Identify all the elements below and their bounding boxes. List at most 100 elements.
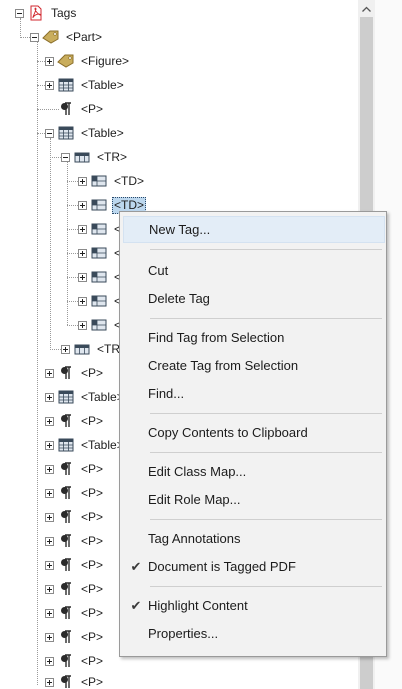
paragraph-icon bbox=[57, 674, 75, 689]
menu-item-copy-contents[interactable]: Copy Contents to Clipboard bbox=[123, 419, 385, 446]
expand-toggle[interactable] bbox=[78, 176, 87, 186]
tree-node-tags-root[interactable]: Tags bbox=[15, 3, 78, 23]
tree-node-paragraph[interactable]: <P> bbox=[45, 603, 105, 623]
expand-toggle[interactable] bbox=[45, 536, 54, 546]
expand-toggle[interactable] bbox=[78, 248, 87, 258]
pdf-tag-icon bbox=[27, 5, 45, 21]
paragraph-icon bbox=[57, 461, 75, 477]
expand-toggle[interactable] bbox=[45, 512, 54, 522]
tree-node-label: <P> bbox=[81, 485, 104, 500]
menu-item-edit-role-map[interactable]: Edit Role Map... bbox=[123, 486, 385, 513]
menu-item-new-tag[interactable]: New Tag... bbox=[123, 216, 385, 243]
collapse-toggle[interactable] bbox=[15, 8, 24, 18]
expand-toggle[interactable] bbox=[45, 677, 54, 687]
tree-node-label: <P> bbox=[81, 674, 104, 689]
scroll-up-arrow-icon[interactable] bbox=[358, 0, 375, 17]
tree-node-table-cell[interactable]: < bbox=[78, 267, 123, 287]
table-icon bbox=[57, 389, 75, 405]
tree-node-table-row[interactable]: <TR bbox=[61, 339, 122, 359]
tree-node-paragraph[interactable]: <P> bbox=[45, 507, 105, 527]
tree-node-label: <Figure> bbox=[81, 53, 130, 68]
table-cell-icon bbox=[90, 221, 108, 237]
expand-toggle[interactable] bbox=[45, 584, 54, 594]
expand-toggle[interactable] bbox=[45, 608, 54, 618]
paragraph-icon bbox=[57, 605, 75, 621]
tree-node-table-cell[interactable]: < bbox=[78, 219, 123, 239]
tag-icon bbox=[57, 53, 75, 69]
tree-node-paragraph[interactable]: <P> bbox=[45, 627, 105, 647]
menu-item-tag-annotations[interactable]: Tag Annotations bbox=[123, 525, 385, 552]
table-cell-icon bbox=[90, 293, 108, 309]
tree-node-part[interactable]: <Part> bbox=[30, 27, 104, 47]
menu-item-find-tag-from-selection[interactable]: Find Tag from Selection bbox=[123, 324, 385, 351]
expand-toggle[interactable] bbox=[78, 224, 87, 234]
tree-node-label: <P> bbox=[81, 461, 104, 476]
tree-node-label: <Table> bbox=[81, 125, 124, 140]
tree-node-table-cell[interactable]: < bbox=[78, 291, 123, 311]
tree-node-table[interactable]: <Table> bbox=[45, 123, 126, 143]
tree-node-label: <P> bbox=[81, 101, 104, 116]
collapse-toggle[interactable] bbox=[30, 32, 39, 42]
paragraph-icon bbox=[57, 533, 75, 549]
menu-item-document-is-tagged-pdf[interactable]: ✔ Document is Tagged PDF bbox=[123, 553, 385, 580]
table-cell-icon bbox=[90, 269, 108, 285]
expand-toggle[interactable] bbox=[78, 296, 87, 306]
expand-toggle[interactable] bbox=[78, 200, 87, 210]
tree-node-label: <P> bbox=[81, 629, 104, 644]
tree-node-table[interactable]: <Table> bbox=[45, 75, 126, 95]
tree-node-table-cell[interactable]: < bbox=[78, 243, 123, 263]
tree-node-table[interactable]: <Table> bbox=[45, 435, 126, 455]
expand-toggle[interactable] bbox=[45, 416, 54, 426]
expand-toggle[interactable] bbox=[45, 440, 54, 450]
tree-node-label: <TR bbox=[97, 341, 121, 356]
tree-node-paragraph[interactable]: <P> bbox=[45, 99, 105, 119]
table-icon bbox=[57, 437, 75, 453]
tree-node-table-cell[interactable]: <TD> bbox=[78, 171, 146, 191]
checkmark-icon: ✔ bbox=[130, 558, 142, 574]
expand-toggle[interactable] bbox=[45, 464, 54, 474]
tree-node-paragraph[interactable]: <P> bbox=[45, 483, 105, 503]
expand-toggle[interactable] bbox=[45, 80, 54, 90]
expand-toggle[interactable] bbox=[45, 368, 54, 378]
expand-toggle[interactable] bbox=[61, 344, 70, 354]
expand-toggle[interactable] bbox=[45, 632, 54, 642]
tree-node-table[interactable]: <Table> bbox=[45, 387, 126, 407]
expand-toggle[interactable] bbox=[78, 272, 87, 282]
paragraph-icon bbox=[57, 101, 75, 117]
expand-toggle[interactable] bbox=[45, 488, 54, 498]
collapse-toggle[interactable] bbox=[61, 152, 70, 162]
menu-item-find[interactable]: Find... bbox=[123, 380, 385, 407]
expand-toggle[interactable] bbox=[45, 392, 54, 402]
tree-node-label: <TD> bbox=[114, 173, 145, 188]
collapse-toggle[interactable] bbox=[45, 128, 54, 138]
expand-toggle[interactable] bbox=[45, 56, 54, 66]
menu-item-highlight-content[interactable]: ✔ Highlight Content bbox=[123, 592, 385, 619]
menu-item-create-tag-from-selection[interactable]: Create Tag from Selection bbox=[123, 352, 385, 379]
tree-node-paragraph[interactable]: <P> bbox=[45, 411, 105, 431]
tree-node-paragraph[interactable]: <P> bbox=[45, 459, 105, 479]
tree-node-table-row[interactable]: <TR> bbox=[61, 147, 129, 167]
tree-node-label: <P> bbox=[81, 605, 104, 620]
tree-node-paragraph[interactable]: <P> bbox=[45, 579, 105, 599]
expand-toggle[interactable] bbox=[45, 656, 54, 666]
tree-node-label: <P> bbox=[81, 653, 104, 668]
tree-node-label: <Table> bbox=[81, 77, 124, 92]
expand-toggle[interactable] bbox=[45, 560, 54, 570]
menu-item-edit-class-map[interactable]: Edit Class Map... bbox=[123, 458, 385, 485]
tree-node-paragraph[interactable]: <P> bbox=[45, 651, 105, 671]
table-cell-icon bbox=[90, 173, 108, 189]
tree-node-paragraph[interactable]: <P> bbox=[45, 555, 105, 575]
paragraph-icon bbox=[57, 629, 75, 645]
menu-item-properties[interactable]: Properties... bbox=[123, 620, 385, 647]
tree-node-paragraph[interactable]: <P> bbox=[45, 363, 105, 383]
expand-toggle[interactable] bbox=[78, 320, 87, 330]
tree-node-paragraph[interactable]: <P> bbox=[45, 672, 105, 689]
tree-node-paragraph[interactable]: <P> bbox=[45, 531, 105, 551]
menu-separator bbox=[150, 586, 382, 587]
menu-separator bbox=[150, 318, 382, 319]
menu-item-delete-tag[interactable]: Delete Tag bbox=[123, 285, 385, 312]
tree-node-table-cell[interactable]: < bbox=[78, 315, 123, 335]
menu-item-cut[interactable]: Cut bbox=[123, 257, 385, 284]
menu-separator bbox=[150, 519, 382, 520]
tree-node-figure[interactable]: <Figure> bbox=[45, 51, 131, 71]
